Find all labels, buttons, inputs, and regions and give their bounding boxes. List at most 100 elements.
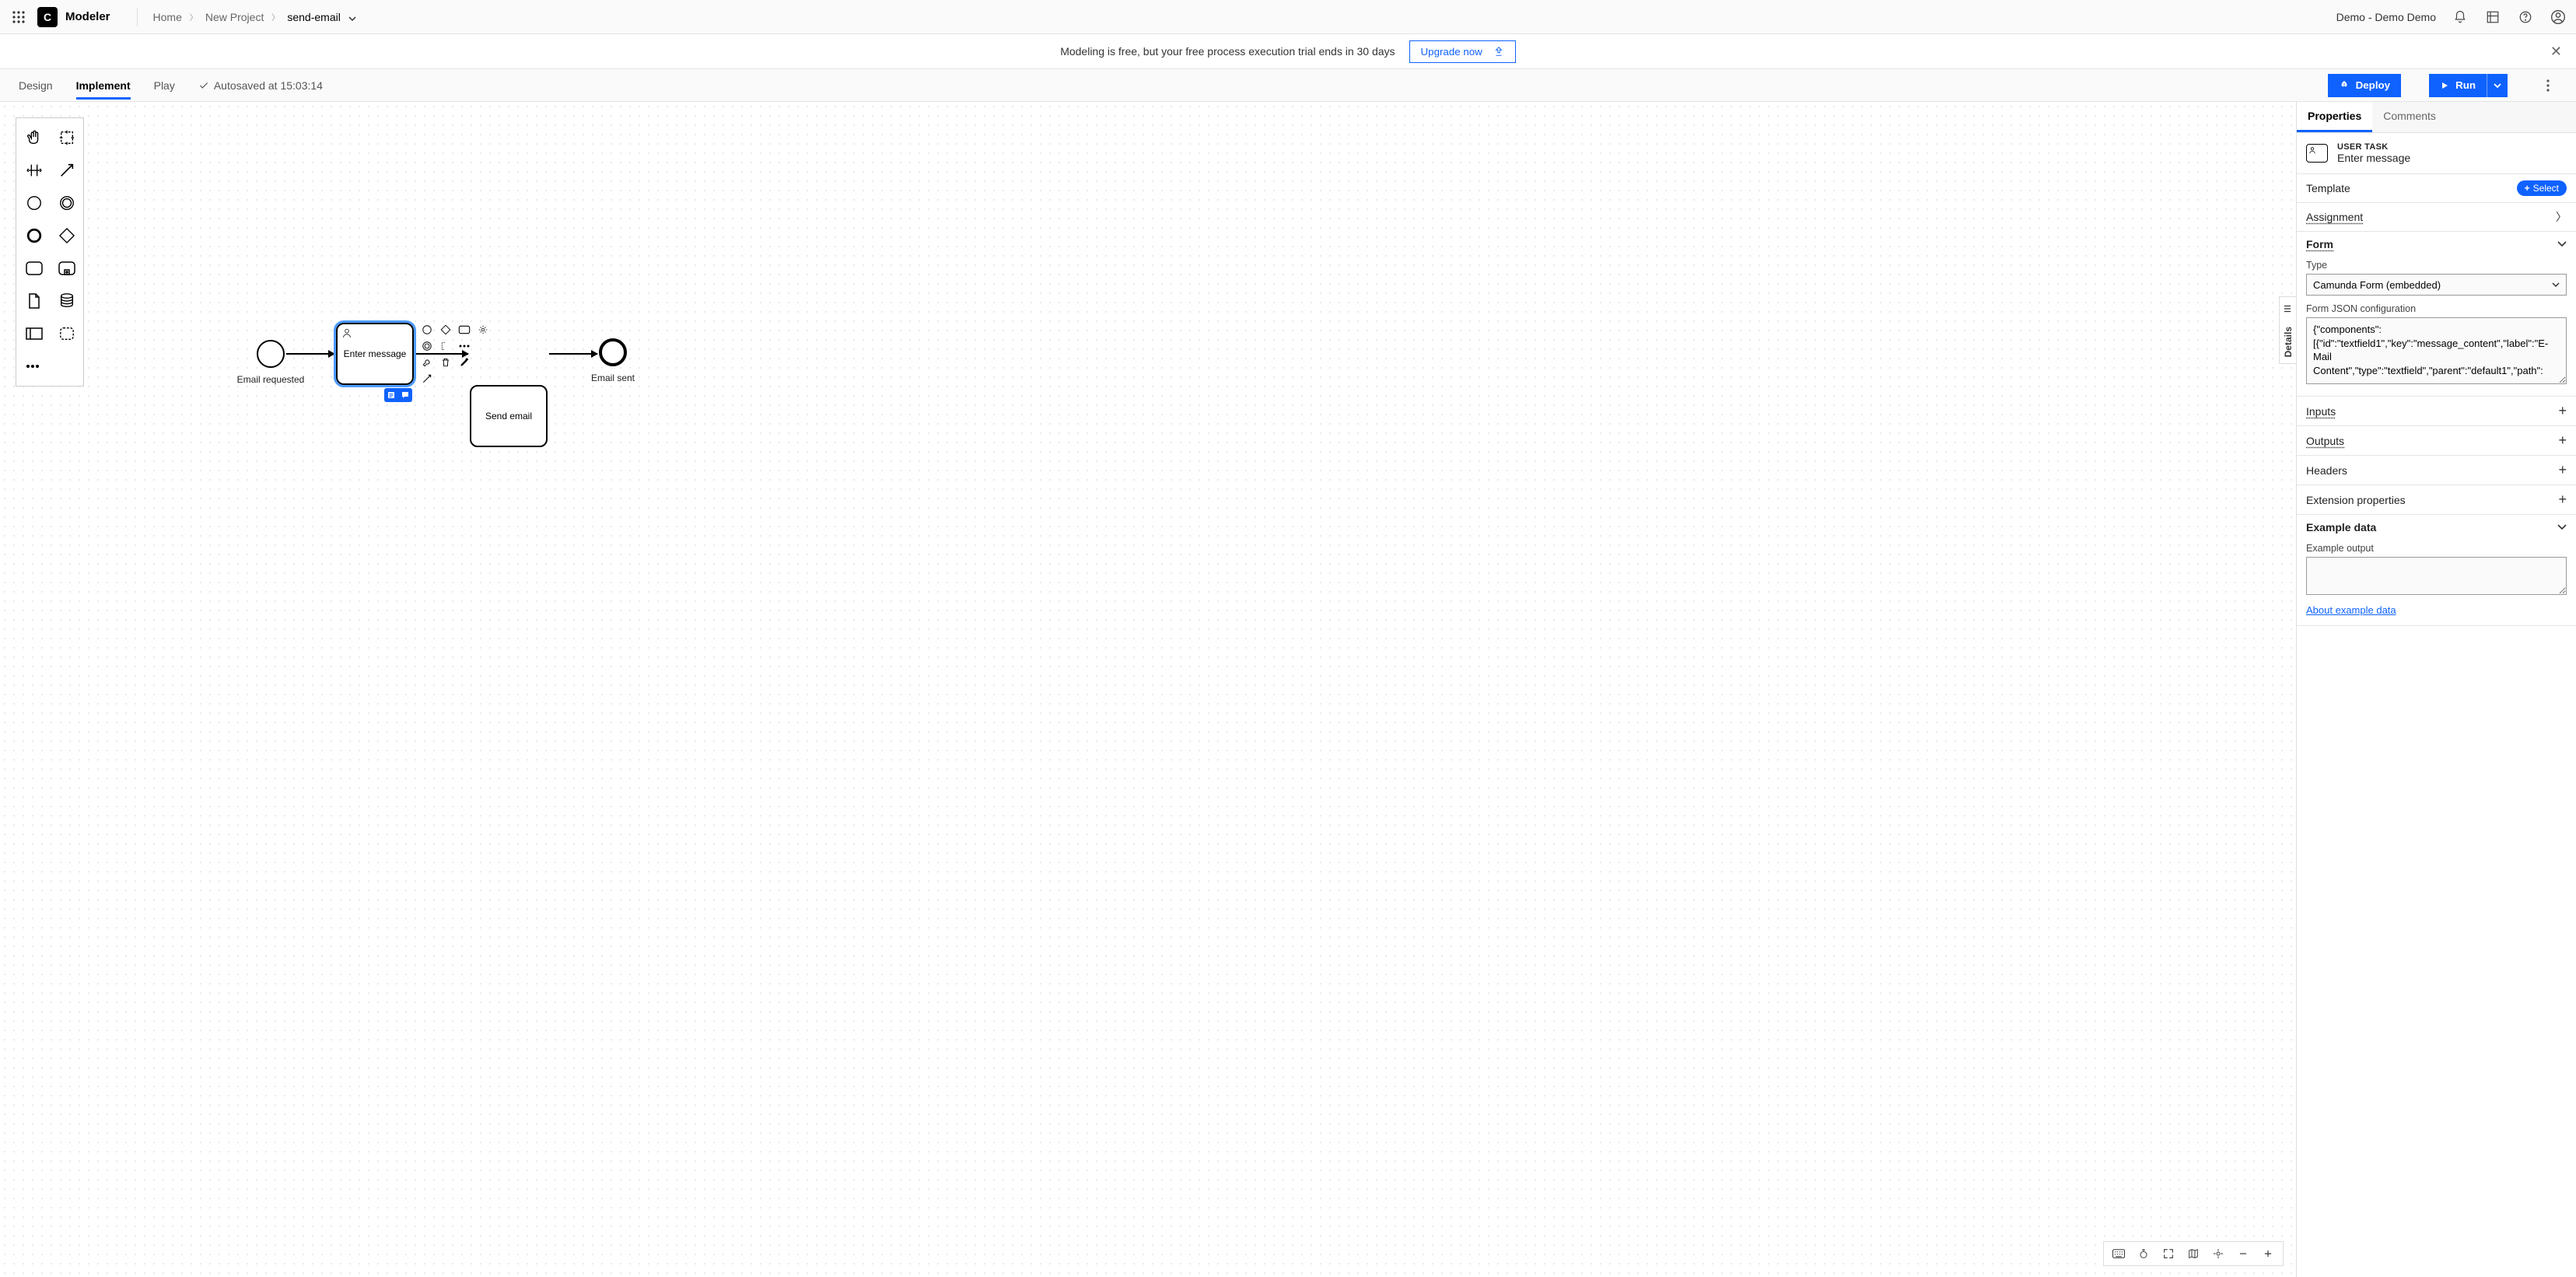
- run-button[interactable]: Run: [2429, 74, 2487, 97]
- section-title[interactable]: Inputs: [2306, 405, 2336, 418]
- append-task-icon[interactable]: [457, 323, 471, 337]
- breadcrumb-home[interactable]: Home: [153, 11, 182, 23]
- section-title[interactable]: Assignment: [2306, 211, 2363, 223]
- data-object-icon[interactable]: [19, 286, 49, 316]
- add-header-icon[interactable]: +: [2558, 462, 2567, 478]
- help-icon[interactable]: [2517, 9, 2534, 26]
- tab-play[interactable]: Play: [154, 72, 175, 100]
- diagram-canvas[interactable]: Email requested Enter message: [0, 102, 2296, 1277]
- run-dropdown-button[interactable]: [2487, 74, 2508, 97]
- section-title[interactable]: Extension properties: [2306, 494, 2406, 506]
- user-task-enter-message[interactable]: Enter message: [336, 323, 414, 385]
- upgrade-icon: [1493, 46, 1504, 57]
- pool-icon[interactable]: [19, 319, 49, 348]
- lasso-tool-icon[interactable]: [52, 123, 82, 152]
- wrench-icon[interactable]: [420, 355, 434, 369]
- start-event-icon[interactable]: [19, 188, 49, 218]
- data-store-icon[interactable]: [52, 286, 82, 316]
- section-title[interactable]: Example data: [2306, 521, 2376, 534]
- tab-properties[interactable]: Properties: [2297, 102, 2372, 132]
- breadcrumb-project[interactable]: New Project: [205, 11, 264, 23]
- hand-tool-icon[interactable]: [19, 123, 49, 152]
- example-output-textarea[interactable]: [2306, 557, 2567, 595]
- group-icon[interactable]: [52, 319, 82, 348]
- app-launcher-icon[interactable]: [9, 8, 28, 26]
- gateway-icon[interactable]: [52, 221, 82, 250]
- org-icon[interactable]: [2484, 9, 2501, 26]
- sequence-flow[interactable]: [286, 353, 334, 355]
- chevron-down-icon[interactable]: [2557, 241, 2567, 247]
- form-type-select[interactable]: Camunda Form (embedded): [2306, 274, 2567, 296]
- add-output-icon[interactable]: +: [2558, 432, 2567, 449]
- user-label[interactable]: Demo - Demo Demo: [2336, 11, 2436, 23]
- canvas-toolbar: [2103, 1241, 2284, 1266]
- color-icon[interactable]: [457, 355, 471, 369]
- context-more-icon[interactable]: [457, 339, 471, 353]
- space-tool-icon[interactable]: [19, 156, 49, 185]
- tab-comments[interactable]: Comments: [2372, 102, 2447, 132]
- expanded-subprocess-icon[interactable]: [52, 254, 82, 283]
- feedback-icon[interactable]: [2135, 1245, 2152, 1262]
- chevron-down-icon[interactable]: [2557, 524, 2567, 530]
- tab-design[interactable]: Design: [19, 72, 53, 100]
- autosave-status: Autosaved at 15:03:14: [198, 79, 323, 92]
- append-event-icon[interactable]: [420, 323, 434, 337]
- user-avatar-icon[interactable]: [2550, 9, 2567, 26]
- deploy-button-label: Deploy: [2356, 79, 2390, 91]
- panel-tabs: Properties Comments: [2297, 102, 2576, 133]
- separator: [137, 8, 138, 26]
- connect-tool-icon[interactable]: [52, 156, 82, 185]
- form-badge-icon[interactable]: [384, 388, 398, 402]
- bell-icon[interactable]: [2452, 9, 2469, 26]
- zoom-out-icon[interactable]: [2235, 1245, 2252, 1262]
- deploy-button[interactable]: Deploy: [2328, 74, 2401, 97]
- annotation-icon[interactable]: [439, 339, 453, 353]
- section-title[interactable]: Headers: [2306, 464, 2347, 477]
- append-gateway-icon[interactable]: [439, 323, 453, 337]
- sequence-flow[interactable]: [549, 353, 597, 355]
- end-event[interactable]: Email sent: [599, 338, 627, 366]
- chevron-right-icon: 〉: [190, 11, 198, 23]
- details-label: Details: [2283, 327, 2294, 357]
- start-event[interactable]: Email requested: [257, 340, 285, 368]
- breadcrumb-file[interactable]: send-email: [287, 11, 355, 23]
- add-extension-icon[interactable]: +: [2558, 492, 2567, 508]
- banner-message: Modeling is free, but your free process …: [1060, 45, 1395, 58]
- task-icon[interactable]: [19, 254, 49, 283]
- change-type-settings-icon[interactable]: [476, 323, 490, 337]
- close-banner-icon[interactable]: ✕: [2550, 44, 2562, 58]
- properties-panel: Properties Comments USER TASK Enter mess…: [2296, 102, 2576, 1277]
- form-type-label: Type: [2306, 260, 2567, 271]
- intermediate-event-icon[interactable]: [52, 188, 82, 218]
- breadcrumbs: Home 〉 New Project 〉 send-email: [153, 11, 356, 23]
- section-title[interactable]: Template: [2306, 182, 2350, 194]
- about-example-data-link[interactable]: About example data: [2306, 604, 2396, 616]
- task-send-email[interactable]: Send email: [470, 385, 548, 447]
- element-type-label: USER TASK: [2337, 142, 2410, 152]
- trial-banner: Modeling is free, but your free process …: [0, 34, 2576, 69]
- upgrade-button-label: Upgrade now: [1421, 46, 1482, 58]
- minimap-icon[interactable]: [2185, 1245, 2202, 1262]
- end-event-icon[interactable]: [19, 221, 49, 250]
- details-sidebar-tab[interactable]: Details: [2279, 296, 2296, 364]
- comment-badge-icon[interactable]: [398, 388, 412, 402]
- keyboard-shortcuts-icon[interactable]: [2110, 1245, 2127, 1262]
- end-event-label: Email sent: [591, 373, 635, 383]
- user-task-type-icon: [341, 327, 352, 338]
- tab-implement[interactable]: Implement: [76, 72, 131, 100]
- section-title[interactable]: Form: [2306, 238, 2333, 250]
- connect-icon[interactable]: [420, 372, 434, 386]
- form-json-textarea[interactable]: [2306, 317, 2567, 384]
- more-actions-icon[interactable]: [2539, 79, 2557, 92]
- add-input-icon[interactable]: +: [2558, 403, 2567, 419]
- chevron-right-icon[interactable]: 〉: [2556, 209, 2567, 225]
- section-title[interactable]: Outputs: [2306, 435, 2344, 447]
- upgrade-button[interactable]: Upgrade now: [1409, 40, 1516, 63]
- zoom-in-icon[interactable]: [2259, 1245, 2277, 1262]
- select-template-button[interactable]: + Select: [2517, 180, 2567, 196]
- more-elements-icon[interactable]: [19, 352, 49, 381]
- delete-icon[interactable]: [439, 355, 453, 369]
- fullscreen-icon[interactable]: [2160, 1245, 2177, 1262]
- reset-viewport-icon[interactable]: [2210, 1245, 2227, 1262]
- append-intermediate-event-icon[interactable]: [420, 339, 434, 353]
